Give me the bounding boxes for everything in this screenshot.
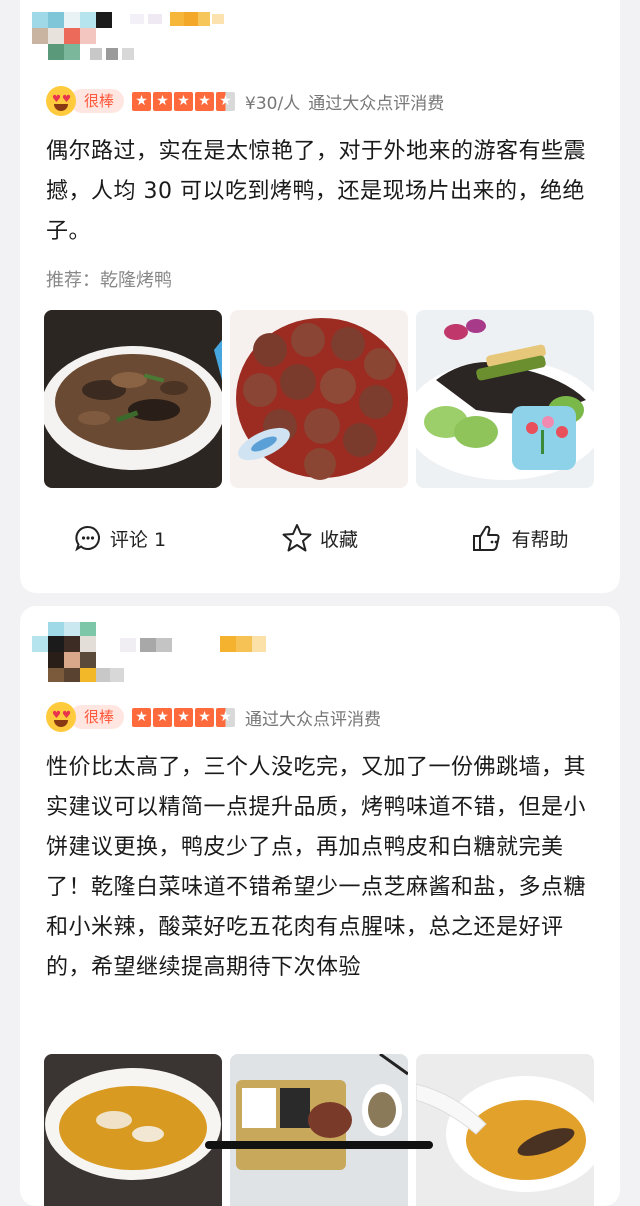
- user-info-pixelated[interactable]: [30, 620, 270, 684]
- half-star-icon: ★: [216, 707, 236, 727]
- action-bar: 评论 1 收藏 有帮助: [20, 520, 620, 556]
- helpful-button[interactable]: 有帮助: [420, 520, 620, 556]
- food-photo[interactable]: [416, 310, 594, 488]
- rating-row: ♥ ♥ 很棒 ★ ★ ★ ★ ★ 通过大众点评消费: [46, 702, 381, 732]
- home-indicator[interactable]: [205, 1141, 433, 1149]
- food-photo[interactable]: [230, 1054, 408, 1206]
- rating-row: ♥ ♥ 很棒 ★ ★ ★ ★ ★ ¥30/人 通过大众点评消费: [46, 86, 444, 116]
- star-icon: ★: [132, 707, 152, 727]
- comment-button[interactable]: 评论 1: [20, 520, 220, 556]
- star-icon: ★: [132, 91, 152, 111]
- favorite-label: 收藏: [319, 528, 358, 551]
- food-photo[interactable]: [44, 310, 222, 488]
- food-photo[interactable]: [416, 1054, 594, 1206]
- rating-badge: 很棒: [70, 705, 125, 729]
- photo-gallery: [44, 310, 594, 488]
- review-text[interactable]: 偶尔路过，实在是太惊艳了，对于外地来的游客有些震撼，人均 30 可以吃到烤鸭，还…: [46, 132, 594, 252]
- review-text[interactable]: 性价比太高了，三个人没吃完，又加了一份佛跳墙，其实建议可以精简一点提升品质，烤鸭…: [46, 748, 594, 988]
- comment-icon: [75, 526, 100, 552]
- star-rating: ★ ★ ★ ★ ★: [132, 707, 237, 727]
- user-info-pixelated[interactable]: [30, 10, 250, 70]
- rating-badge: 很棒: [70, 89, 125, 113]
- star-icon: ★: [195, 91, 215, 111]
- star-icon: ★: [174, 91, 194, 111]
- star-icon: ★: [153, 707, 173, 727]
- food-photo[interactable]: [230, 310, 408, 488]
- photo-gallery: [44, 1054, 594, 1206]
- consumption-source: 通过大众点评消费: [245, 709, 382, 730]
- price-per-person: ¥30/人: [245, 93, 301, 114]
- star-icon: ★: [174, 707, 194, 727]
- favorite-button[interactable]: 收藏: [220, 520, 420, 556]
- star-outline-icon: [282, 524, 312, 552]
- star-rating: ★ ★ ★ ★ ★: [132, 91, 237, 111]
- star-icon: ★: [195, 707, 215, 727]
- heart-eyes-emoji-icon: ♥ ♥: [46, 702, 76, 732]
- half-star-icon: ★: [216, 91, 236, 111]
- review-card: ♥ ♥ 很棒 ★ ★ ★ ★ ★ 通过大众点评消费 性价比太高了，三个人没吃完，又…: [20, 606, 620, 1206]
- smiley-emoji-icon: ♥ ♥: [46, 86, 76, 116]
- thumbs-up-icon: [473, 525, 501, 551]
- recommended-dishes[interactable]: 推荐：乾隆烤鸭: [46, 266, 172, 292]
- food-photo[interactable]: [44, 1054, 222, 1206]
- review-card: ♥ ♥ 很棒 ★ ★ ★ ★ ★ ¥30/人 通过大众点评消费 偶尔路过，实在是太…: [20, 0, 620, 593]
- helpful-label: 有帮助: [511, 528, 569, 551]
- star-icon: ★: [153, 91, 173, 111]
- comment-label: 评论 1: [109, 528, 167, 551]
- consumption-source: 通过大众点评消费: [308, 93, 445, 114]
